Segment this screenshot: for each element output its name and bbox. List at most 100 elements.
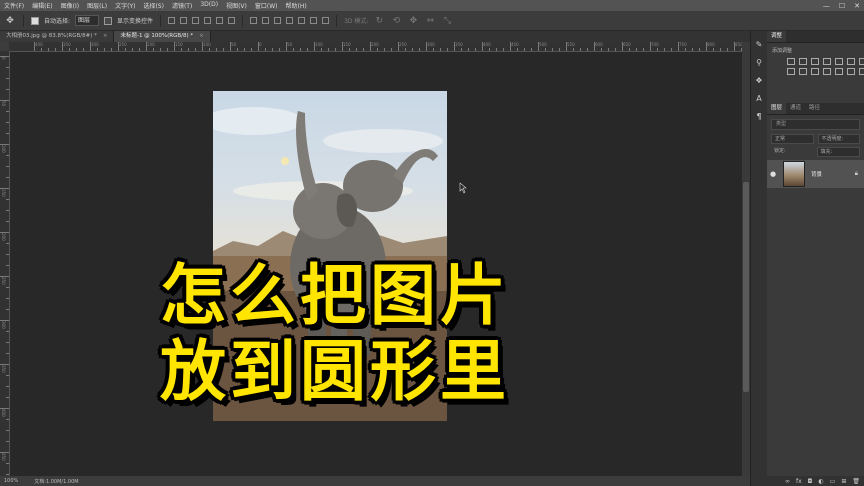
tab-document-2[interactable]: 未标题-1 @ 100%(RGB/8) * × bbox=[114, 31, 211, 42]
ruler-tick bbox=[230, 42, 231, 51]
auto-select-dropdown[interactable]: 图层 bbox=[75, 15, 100, 26]
align-bottom-icon[interactable] bbox=[192, 17, 200, 24]
auto-select-label: 自动选择: bbox=[44, 18, 71, 25]
color-lookup-icon[interactable] bbox=[811, 68, 819, 75]
distribute-bottom-icon[interactable] bbox=[274, 17, 282, 24]
move-tool-icon[interactable]: ✥ bbox=[4, 15, 16, 27]
fill-field[interactable]: 填充: bbox=[816, 147, 860, 157]
paragraph-icon[interactable]: ¶ bbox=[753, 111, 765, 123]
scale-3d-icon[interactable]: ⤡ bbox=[441, 15, 453, 27]
ruler-tick bbox=[111, 48, 112, 51]
ruler-label: 800 bbox=[707, 42, 715, 47]
tab-layers[interactable]: 图层 bbox=[767, 103, 787, 114]
show-transform-checkbox[interactable] bbox=[104, 16, 113, 25]
close-tab-icon[interactable]: × bbox=[103, 33, 108, 39]
menu-item[interactable]: 编辑(E) bbox=[28, 1, 56, 10]
visibility-eye-icon[interactable]: ● bbox=[767, 170, 779, 178]
right-panels: 调整 添加调整 图层 通道 路径 类型 正常 不透明度: 锁定: 填充: ● 背… bbox=[767, 31, 864, 486]
character-icon[interactable]: A bbox=[753, 93, 765, 105]
distribute-vcenter-icon[interactable] bbox=[262, 17, 270, 24]
tab-adjustments[interactable]: 调整 bbox=[767, 31, 787, 42]
history-icon[interactable]: ✎ bbox=[753, 39, 765, 51]
levels-icon[interactable] bbox=[799, 58, 807, 65]
menu-item[interactable]: 文字(Y) bbox=[111, 1, 139, 10]
brush-icon[interactable]: ⚲ bbox=[753, 57, 765, 69]
mode-3d-label: 3D 模式: bbox=[344, 18, 369, 25]
auto-select-checkbox[interactable] bbox=[31, 16, 39, 25]
photo-filter-icon[interactable] bbox=[787, 68, 795, 75]
ruler-label: 250 bbox=[1, 277, 6, 285]
align-left-icon[interactable] bbox=[204, 17, 212, 24]
roll-3d-icon[interactable]: ⟲ bbox=[390, 15, 402, 27]
scrollbar-thumb[interactable] bbox=[743, 182, 749, 392]
layer-item-background[interactable]: ● 背景 🔒︎ bbox=[767, 160, 864, 188]
menu-item[interactable]: 文件(F) bbox=[0, 1, 28, 10]
menu-item[interactable]: 图像(I) bbox=[57, 1, 83, 10]
adjustment-layer-icon[interactable]: ◐ bbox=[818, 478, 823, 485]
ruler-tick bbox=[566, 42, 567, 51]
tab-document-1[interactable]: 大相册03.jpg @ 83.8%(RGB/8#) * × bbox=[0, 31, 115, 42]
channel-mixer-icon[interactable] bbox=[799, 68, 807, 75]
ruler-label: 700 bbox=[651, 42, 659, 47]
invert-icon[interactable] bbox=[823, 68, 831, 75]
align-vcenter-icon[interactable] bbox=[180, 17, 188, 24]
zoom-level[interactable]: 100% bbox=[4, 478, 18, 484]
pan-3d-icon[interactable]: ✥ bbox=[407, 15, 419, 27]
minimize-button[interactable]: — bbox=[823, 2, 830, 10]
link-layers-icon[interactable]: ∞ bbox=[785, 478, 790, 485]
exposure-icon[interactable] bbox=[823, 58, 831, 65]
ruler-tick bbox=[510, 42, 511, 51]
hue-icon[interactable] bbox=[847, 58, 855, 65]
brightness-icon[interactable] bbox=[787, 58, 795, 65]
slide-3d-icon[interactable]: ⇔ bbox=[424, 15, 436, 27]
ruler-label: 350 bbox=[63, 42, 71, 47]
menu-item[interactable]: 滤镜(T) bbox=[168, 1, 196, 10]
color-balance-icon[interactable] bbox=[859, 58, 864, 65]
vertical-scrollbar[interactable] bbox=[742, 42, 750, 476]
ruler-label: 150 bbox=[175, 42, 183, 47]
menu-item[interactable]: 视图(V) bbox=[222, 1, 251, 10]
maximize-button[interactable]: ☐ bbox=[839, 2, 845, 10]
close-tab-icon[interactable]: × bbox=[199, 33, 204, 39]
trash-icon[interactable]: 🗑︎ bbox=[852, 478, 860, 485]
menu-item[interactable]: 帮助(H) bbox=[282, 1, 311, 10]
ruler-label: 450 bbox=[1, 453, 6, 461]
menu-bar: 文件(F) 编辑(E) 图像(I) 图层(L) 文字(Y) 选择(S) 滤镜(T) 3D(D)… bbox=[0, 0, 864, 11]
distribute-right-icon[interactable] bbox=[310, 17, 318, 24]
tab-paths[interactable]: 路径 bbox=[805, 103, 824, 114]
gradient-map-icon[interactable] bbox=[859, 68, 864, 75]
vibrance-icon[interactable] bbox=[835, 58, 843, 65]
menu-item[interactable]: 图层(L) bbox=[83, 1, 111, 10]
ruler-tick bbox=[6, 221, 9, 222]
ruler-label: 300 bbox=[1, 321, 6, 329]
menu-item[interactable]: 窗口(W) bbox=[251, 1, 282, 10]
align-right-icon[interactable] bbox=[228, 17, 236, 24]
fx-icon[interactable]: fx bbox=[796, 478, 802, 485]
auto-align-icon[interactable] bbox=[322, 17, 330, 24]
align-hcenter-icon[interactable] bbox=[216, 17, 224, 24]
ruler-tick bbox=[685, 48, 686, 51]
new-layer-icon[interactable]: ⊞ bbox=[841, 478, 846, 485]
tab-channels[interactable]: 通道 bbox=[786, 103, 805, 114]
ruler-tick bbox=[6, 419, 9, 420]
posterize-icon[interactable] bbox=[835, 68, 843, 75]
group-icon[interactable]: ▭ bbox=[830, 478, 836, 485]
mask-icon[interactable]: ◘ bbox=[808, 478, 813, 485]
ruler-label: 850 bbox=[735, 42, 742, 47]
distribute-top-icon[interactable] bbox=[250, 17, 258, 24]
menu-item[interactable]: 选择(S) bbox=[139, 1, 168, 10]
curves-icon[interactable] bbox=[811, 58, 819, 65]
ruler-tick bbox=[237, 48, 238, 51]
blend-mode-select[interactable]: 正常 bbox=[771, 134, 814, 144]
clone-icon[interactable]: ❖ bbox=[753, 75, 765, 87]
opacity-field[interactable]: 不透明度: bbox=[817, 134, 860, 144]
close-button[interactable]: ✕ bbox=[854, 2, 860, 10]
distribute-left-icon[interactable] bbox=[286, 17, 294, 24]
menu-item[interactable]: 3D(D) bbox=[196, 1, 222, 10]
ruler-tick bbox=[223, 48, 224, 51]
orbit-3d-icon[interactable]: ↻ bbox=[373, 15, 385, 27]
distribute-hcenter-icon[interactable] bbox=[298, 17, 306, 24]
align-top-icon[interactable] bbox=[168, 17, 176, 24]
threshold-icon[interactable] bbox=[847, 68, 855, 75]
layer-filter[interactable]: 类型 bbox=[771, 119, 860, 130]
